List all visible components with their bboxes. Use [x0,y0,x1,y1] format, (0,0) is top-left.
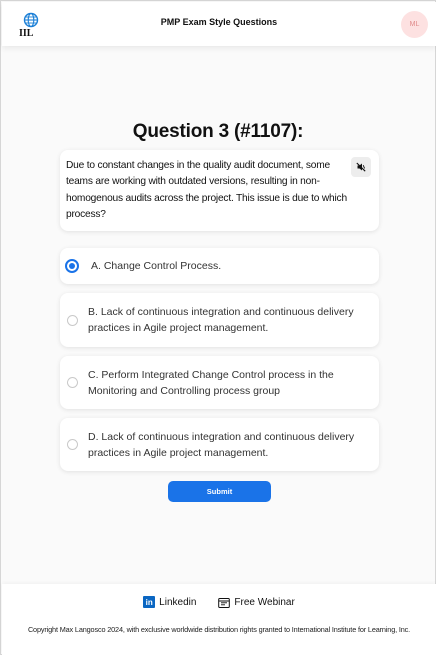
answer-option-a[interactable]: A. Change Control Process. [60,248,379,284]
app-frame: IIL PMP Exam Style Questions ML Question… [0,0,436,655]
calendar-icon [218,597,231,608]
radio-button[interactable] [67,439,78,450]
linkedin-icon: in [143,596,156,608]
option-label: D. Lack of continuous integration and co… [88,431,355,459]
linkedin-link[interactable]: in Linkedin [143,596,196,608]
page-title: PMP Exam Style Questions [160,17,278,27]
svg-text:IIL: IIL [19,28,34,38]
question-card: Due to constant changes in the quality a… [60,150,379,231]
submit-button[interactable]: Submit [168,481,271,502]
webinar-label: Free Webinar [234,596,295,608]
answer-option-b[interactable]: B. Lack of continuous integration and co… [60,293,379,347]
top-header: IIL PMP Exam Style Questions ML [2,2,436,46]
mute-audio-button[interactable] [351,157,371,177]
answer-option-c[interactable]: C. Perform Integrated Change Control pro… [60,356,379,409]
free-webinar-link[interactable]: Free Webinar [218,596,295,608]
speaker-muted-icon [356,162,366,172]
option-label: C. Perform Integrated Change Control pro… [88,369,334,397]
radio-button[interactable] [67,377,78,388]
radio-button[interactable] [67,315,78,326]
question-text: Due to constant changes in the quality a… [66,160,347,220]
answer-option-d[interactable]: D. Lack of continuous integration and co… [60,418,379,471]
footer-links: in Linkedin Free Webinar [2,596,436,608]
copyright-text: Copyright Max Langosco 2024, with exclus… [27,625,411,634]
option-label: B. Lack of continuous integration and co… [88,306,354,334]
user-avatar[interactable]: ML [401,11,428,38]
question-title: Question 3 (#1107): [132,121,304,142]
radio-button-selected[interactable] [65,259,79,273]
linkedin-label: Linkedin [159,596,197,608]
footer: in Linkedin Free Webinar Copyright Max L… [2,584,436,655]
option-label: A. Change Control Process. [91,260,222,272]
